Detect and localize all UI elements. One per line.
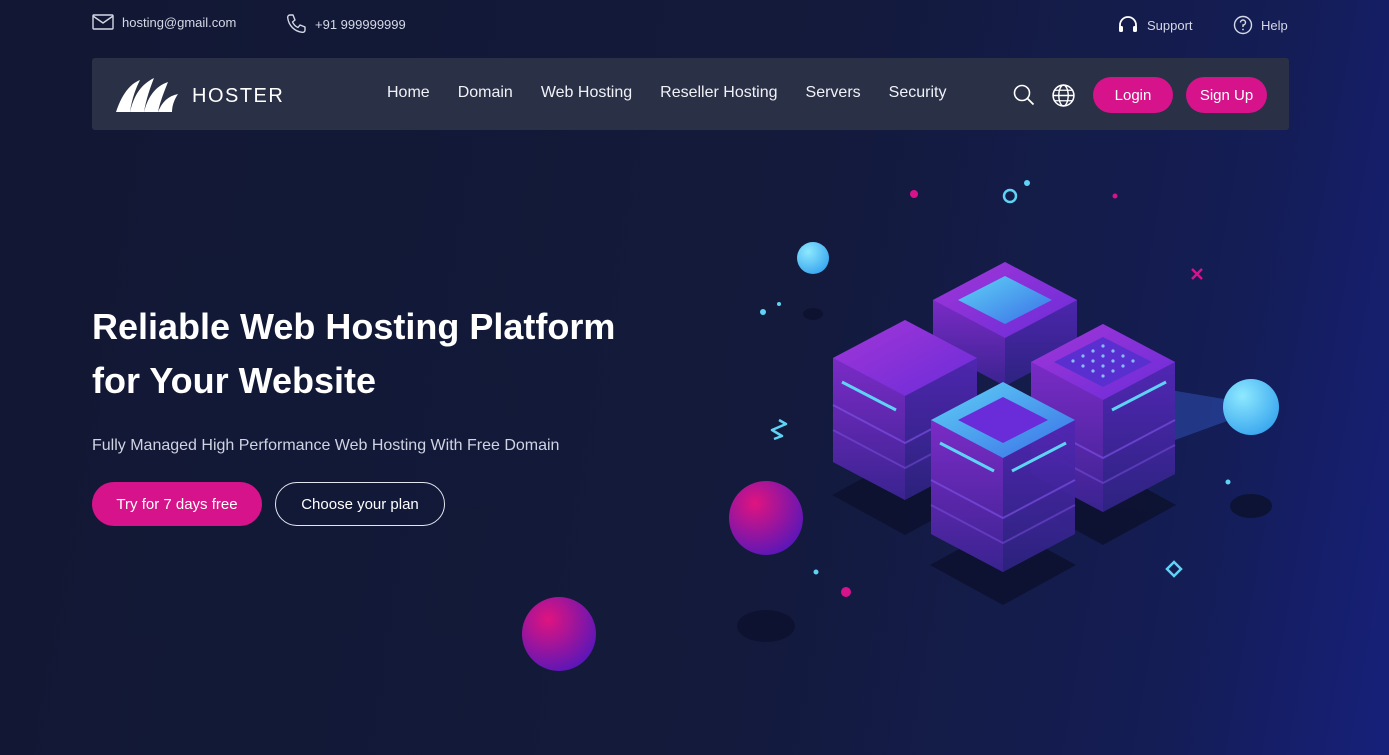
server-stack-front xyxy=(930,382,1076,572)
server-illustration xyxy=(522,180,1279,671)
